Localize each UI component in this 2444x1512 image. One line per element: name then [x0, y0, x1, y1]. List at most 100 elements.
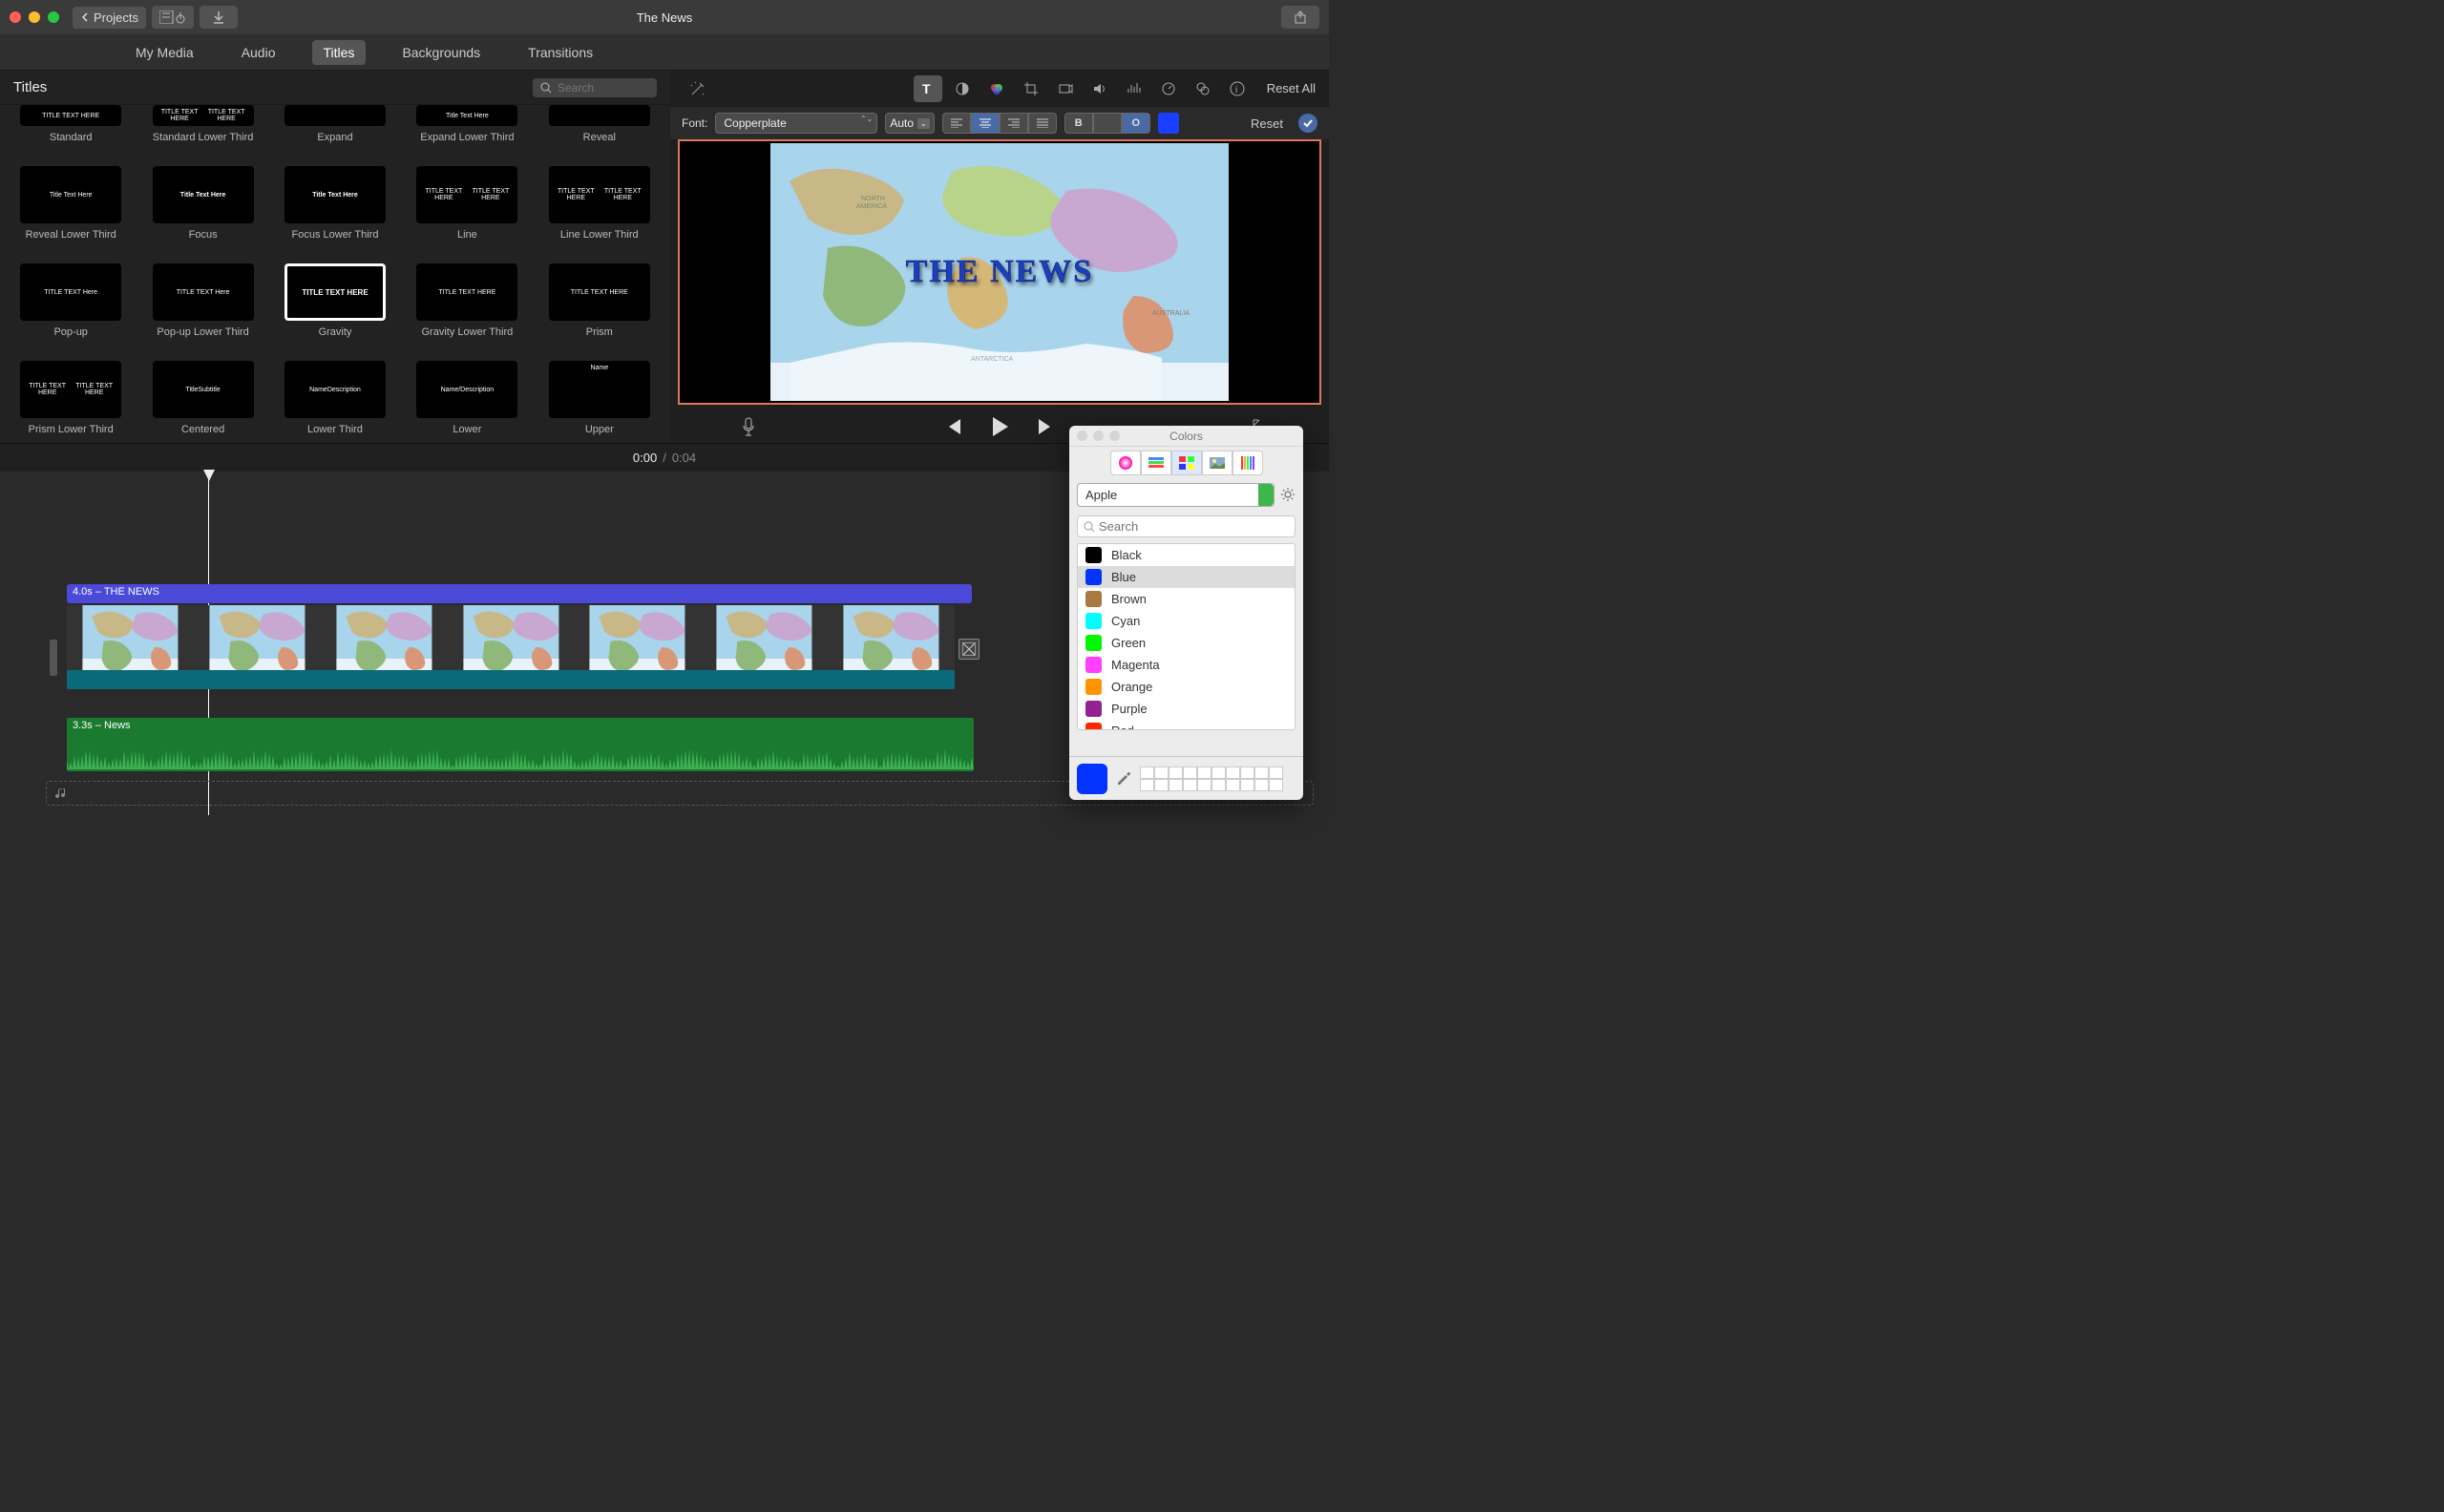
title-tile-standard[interactable]: TITLE TEXT HEREStandard [13, 105, 128, 157]
video-clip[interactable] [67, 605, 955, 670]
title-tile-line[interactable]: TITLE TEXT HERETITLE TEXT HERELine [410, 166, 524, 254]
color-row-orange[interactable]: Orange [1078, 676, 1295, 698]
color-well[interactable] [1140, 779, 1154, 791]
color-row-magenta[interactable]: Magenta [1078, 654, 1295, 676]
color-well[interactable] [1169, 779, 1183, 791]
import-download-button[interactable] [200, 6, 238, 29]
color-well[interactable] [1211, 766, 1226, 779]
share-button[interactable] [1281, 6, 1319, 29]
media-import-button[interactable] [152, 6, 194, 29]
align-justify-button[interactable] [1028, 113, 1057, 134]
title-tile-centered[interactable]: TitleSubtitleCentered [145, 361, 260, 443]
color-well[interactable] [1140, 766, 1154, 779]
font-size-select[interactable]: Auto⌄ [885, 113, 934, 134]
preview-headline[interactable]: THE NEWS [906, 254, 1093, 290]
color-well[interactable] [1183, 766, 1197, 779]
color-well[interactable] [1154, 779, 1169, 791]
title-tile-pop-up[interactable]: TITLE TEXT HerePop-up [13, 263, 128, 351]
info-button[interactable]: i [1223, 75, 1252, 102]
reset-all-button[interactable]: Reset All [1267, 81, 1316, 95]
color-well[interactable] [1197, 766, 1211, 779]
title-tile-standard-lower-third[interactable]: TITLE TEXT HERETITLE TEXT HEREStandard L… [145, 105, 260, 157]
tab-my-media[interactable]: My Media [124, 40, 205, 65]
palette-settings-icon[interactable] [1280, 487, 1296, 502]
color-well[interactable] [1269, 766, 1283, 779]
eyedropper-button[interactable] [1115, 770, 1132, 788]
title-tile-gravity[interactable]: TITLE TEXT HEREGravity [278, 263, 392, 351]
color-row-blue[interactable]: Blue [1078, 566, 1295, 588]
color-row-green[interactable]: Green [1078, 632, 1295, 654]
color-well[interactable] [1183, 779, 1197, 791]
color-row-brown[interactable]: Brown [1078, 588, 1295, 610]
title-tile-prism-lower-third[interactable]: TITLE TEXT HERETITLE TEXT HEREPrism Lowe… [13, 361, 128, 443]
align-center-button[interactable] [971, 113, 1000, 134]
align-right-button[interactable] [1000, 113, 1028, 134]
title-tile-line-lower-third[interactable]: TITLE TEXT HERETITLE TEXT HERELine Lower… [542, 166, 657, 254]
color-row-black[interactable]: Black [1078, 544, 1295, 566]
zoom-window[interactable] [48, 11, 59, 23]
color-search-input[interactable] [1099, 519, 1261, 534]
title-tile-prism[interactable]: TITLE TEXT HEREPrism [542, 263, 657, 351]
title-tile-expand-lower-third[interactable]: Title Text HereExpand Lower Third [410, 105, 524, 157]
auto-enhance-button[interactable] [684, 75, 712, 102]
tab-backgrounds[interactable]: Backgrounds [390, 40, 492, 65]
minimize-panel[interactable] [1093, 430, 1104, 441]
color-row-cyan[interactable]: Cyan [1078, 610, 1295, 632]
color-well[interactable] [1226, 779, 1240, 791]
video-audio-track[interactable] [67, 670, 955, 689]
title-tile-reveal-lower-third[interactable]: Title Text HereReveal Lower Third [13, 166, 128, 254]
color-well[interactable] [1240, 779, 1254, 791]
title-tile-focus[interactable]: Title Text HereFocus [145, 166, 260, 254]
title-tile-pop-up-lower-third[interactable]: TITLE TEXT HerePop-up Lower Third [145, 263, 260, 351]
align-left-button[interactable] [942, 113, 971, 134]
close-window[interactable] [10, 11, 21, 23]
crop-button[interactable] [1017, 75, 1045, 102]
color-row-purple[interactable]: Purple [1078, 698, 1295, 720]
tab-transitions[interactable]: Transitions [516, 40, 604, 65]
speed-button[interactable] [1154, 75, 1183, 102]
color-well[interactable] [1240, 766, 1254, 779]
color-well[interactable] [1197, 779, 1211, 791]
timeline-drag-handle[interactable] [50, 640, 57, 676]
apply-check-button[interactable] [1298, 114, 1317, 133]
image-palettes-mode[interactable] [1202, 451, 1233, 475]
color-balance-button[interactable] [948, 75, 977, 102]
reset-text-button[interactable]: Reset [1251, 116, 1283, 131]
volume-button[interactable] [1085, 75, 1114, 102]
current-color-swatch[interactable] [1077, 764, 1107, 794]
title-tile-reveal[interactable]: Reveal [542, 105, 657, 157]
title-clip[interactable]: 4.0s – THE NEWS [67, 584, 972, 603]
color-well[interactable] [1226, 766, 1240, 779]
minimize-window[interactable] [29, 11, 40, 23]
zoom-panel[interactable] [1109, 430, 1120, 441]
color-search[interactable] [1077, 515, 1296, 537]
text-color-swatch[interactable] [1158, 113, 1179, 134]
next-button[interactable] [1037, 419, 1054, 434]
bold-button[interactable]: B [1064, 113, 1093, 134]
color-well[interactable] [1211, 779, 1226, 791]
audio-clip[interactable]: 3.3s – News [67, 718, 974, 771]
color-palettes-mode[interactable] [1171, 451, 1202, 475]
play-button[interactable] [991, 417, 1008, 436]
voiceover-button[interactable] [741, 417, 756, 436]
color-correction-button[interactable] [982, 75, 1011, 102]
title-tile-gravity-lower-third[interactable]: TITLE TEXT HEREGravity Lower Third [410, 263, 524, 351]
title-tile-lower-third[interactable]: NameDescriptionLower Third [278, 361, 392, 443]
tab-audio[interactable]: Audio [230, 40, 287, 65]
color-wheel-mode[interactable] [1110, 451, 1141, 475]
prev-button[interactable] [945, 419, 962, 434]
transition-slot[interactable] [959, 639, 980, 660]
browser-search[interactable] [533, 78, 657, 97]
preview-viewer[interactable]: NORTH AMERICA AUSTRALIA ANTARCTICA THE N… [678, 139, 1321, 405]
title-tile-expand[interactable]: Expand [278, 105, 392, 157]
font-select[interactable]: Copperplate [715, 113, 877, 134]
effects-button[interactable] [1189, 75, 1217, 102]
color-wells[interactable] [1140, 766, 1285, 791]
close-panel[interactable] [1077, 430, 1087, 441]
back-to-projects-button[interactable]: Projects [73, 7, 146, 29]
title-tile-lower[interactable]: Name/DescriptionLower [410, 361, 524, 443]
title-tile-focus-lower-third[interactable]: Title Text HereFocus Lower Third [278, 166, 392, 254]
tab-titles[interactable]: Titles [312, 40, 367, 65]
color-well[interactable] [1254, 779, 1269, 791]
color-well[interactable] [1269, 779, 1283, 791]
